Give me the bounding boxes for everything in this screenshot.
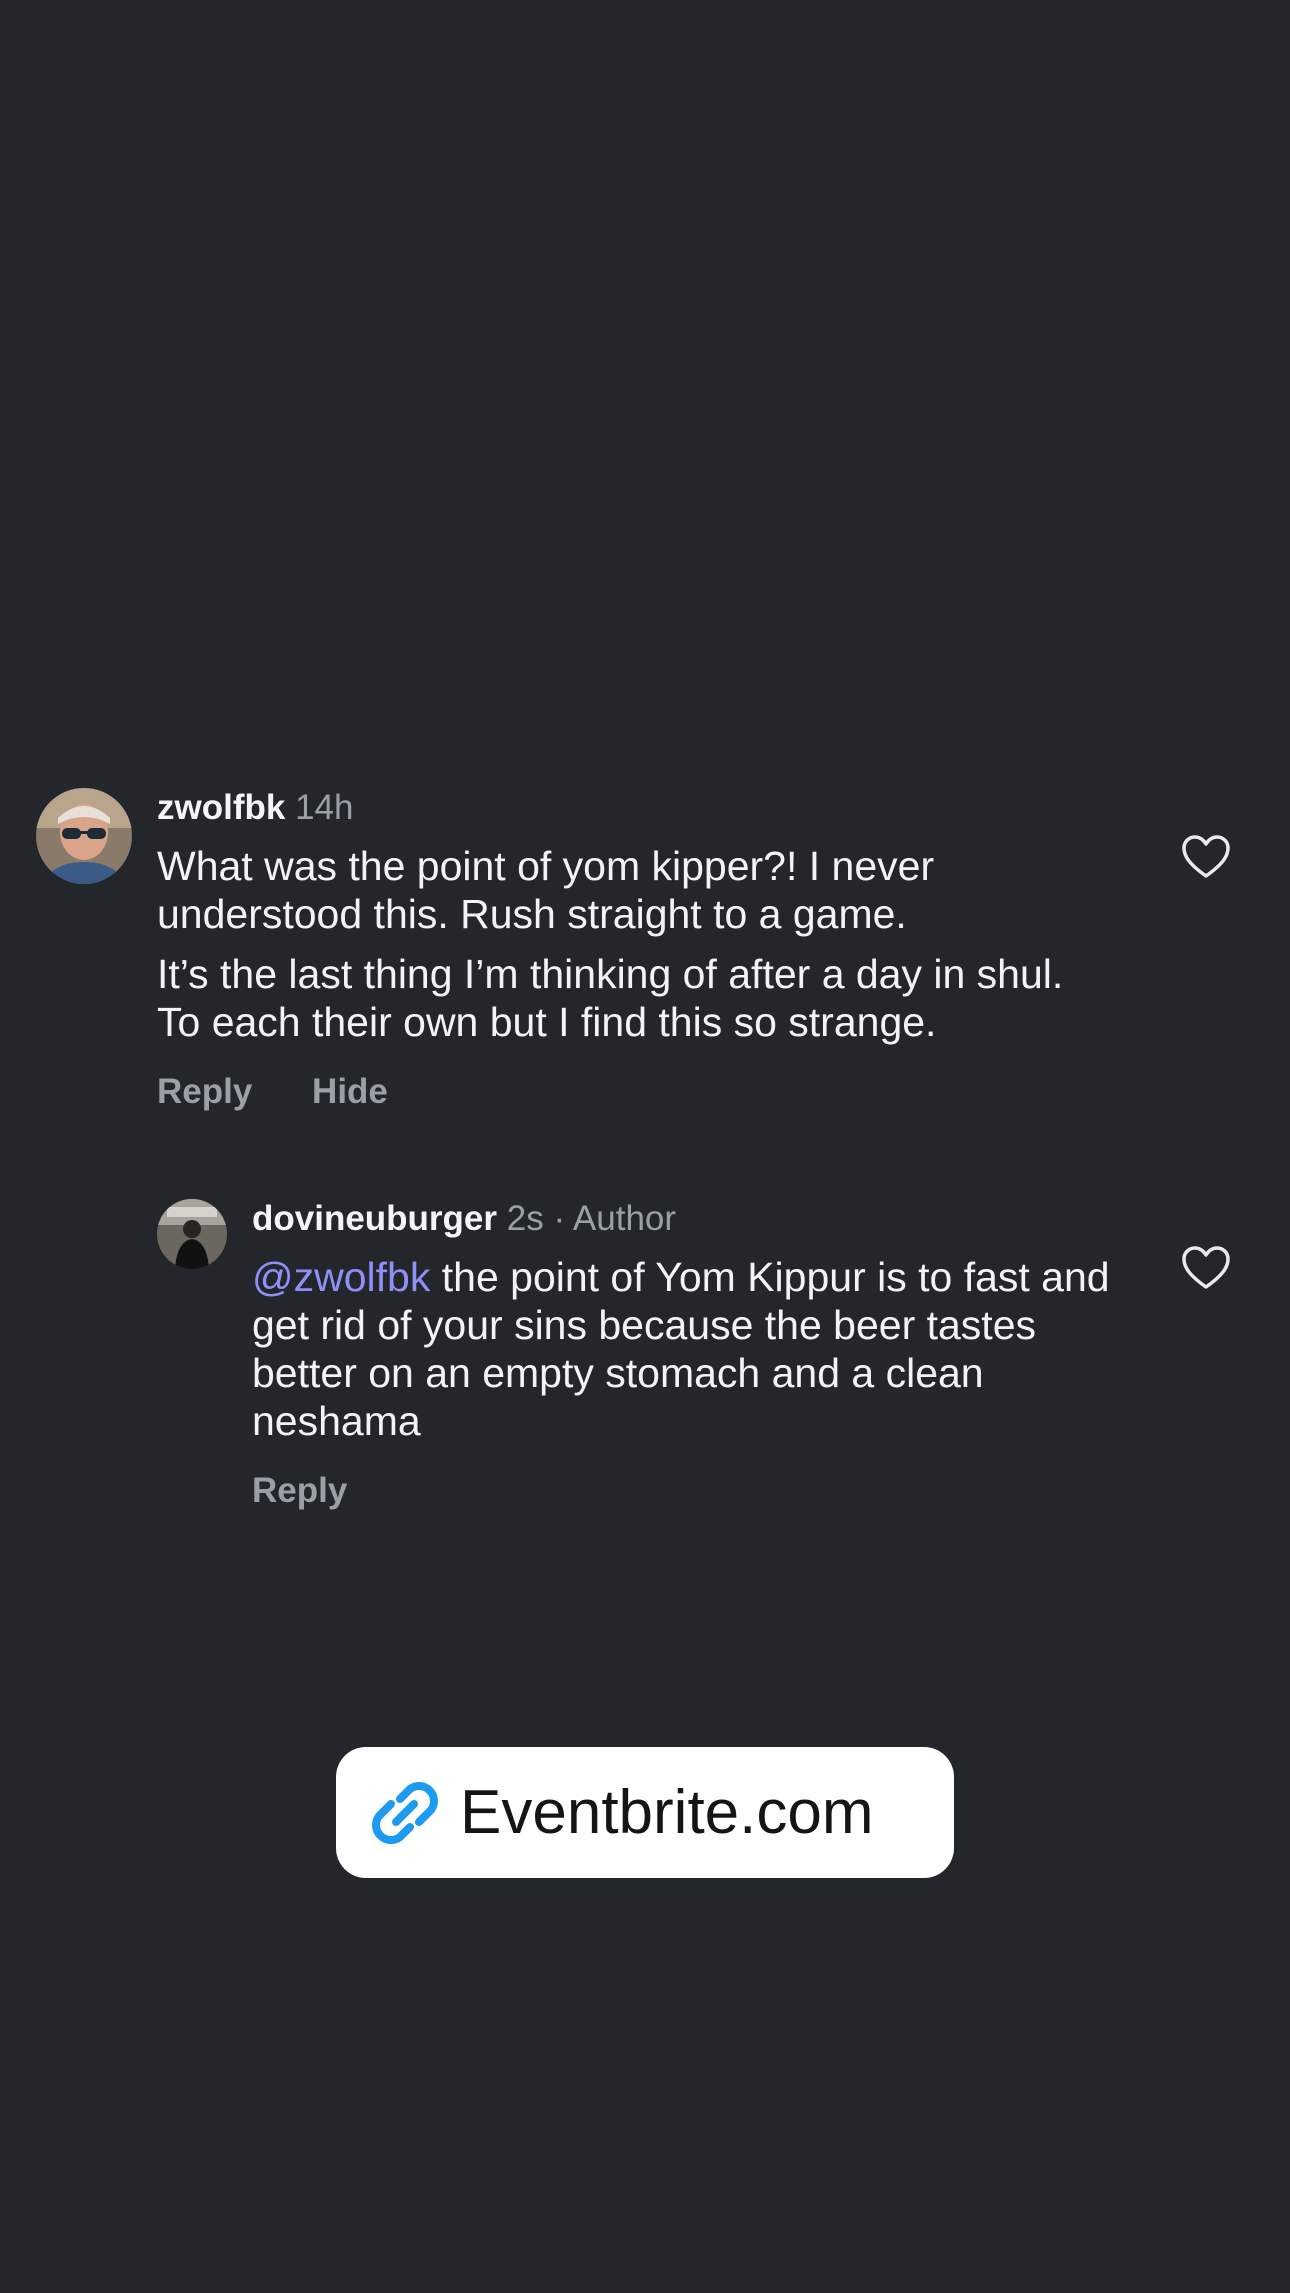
timestamp: 2s xyxy=(506,1199,544,1238)
mention-link[interactable]: @zwolfbk xyxy=(252,1254,430,1300)
comment-actions: Reply xyxy=(252,1471,347,1511)
link-label: Eventbrite.com xyxy=(460,1777,874,1847)
heart-icon[interactable] xyxy=(1181,1245,1231,1291)
comment-dovineuburger: dovineuburger 2s · Author @zwolfbk the p… xyxy=(0,0,1290,1540)
avatar-dovineuburger[interactable] xyxy=(157,1199,227,1269)
username[interactable]: dovineuburger xyxy=(252,1199,497,1238)
comment-meta: dovineuburger 2s · Author xyxy=(252,1199,676,1239)
link-icon xyxy=(372,1781,438,1844)
author-badge: Author xyxy=(572,1199,677,1238)
reply-button[interactable]: Reply xyxy=(252,1471,347,1511)
avatar-photo xyxy=(157,1199,227,1269)
comment-paragraph: @zwolfbk the point of Yom Kippur is to f… xyxy=(252,1253,1132,1445)
separator-dot: · xyxy=(553,1199,566,1238)
comment-text: @zwolfbk the point of Yom Kippur is to f… xyxy=(252,1253,1132,1445)
link-sticker[interactable]: Eventbrite.com xyxy=(336,1747,954,1878)
